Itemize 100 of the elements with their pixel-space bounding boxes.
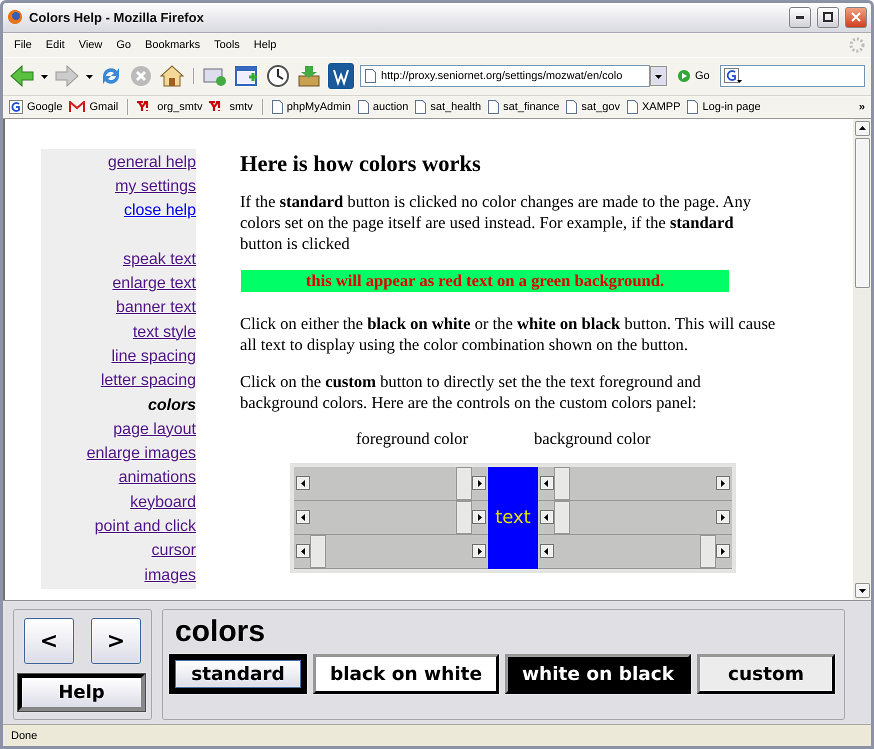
address-field[interactable]: http://proxy.seniornet.org/settings/mozwat/en/colo (360, 65, 650, 88)
search-field[interactable] (720, 65, 865, 88)
menu-item[interactable]: Edit (40, 36, 70, 53)
bookmark-label: org_smtv (157, 100, 202, 113)
bookmark-link[interactable]: smtv (209, 100, 253, 113)
close-button[interactable] (845, 6, 867, 28)
download-icon[interactable] (296, 64, 322, 88)
address-dropdown[interactable] (650, 66, 667, 86)
maximize-button[interactable] (817, 6, 839, 28)
bookmark-link[interactable]: auction (358, 100, 408, 114)
menu-item[interactable]: Bookmarks (140, 36, 206, 53)
maximize-icon (823, 12, 833, 22)
bookmark-link[interactable]: XAMPP (626, 100, 680, 114)
slider-thumb[interactable] (554, 500, 570, 534)
color-slider[interactable] (294, 534, 488, 569)
minimize-button[interactable] (789, 6, 811, 28)
bookmark-label: Google (27, 100, 62, 113)
down-arrow-icon (655, 72, 662, 80)
color-slider[interactable] (538, 466, 732, 501)
sidebar-link[interactable]: point and click (94, 514, 196, 540)
sidebar-link[interactable]: enlarge text (112, 272, 196, 296)
back-icon[interactable] (9, 64, 35, 88)
bookmark-label: XAMPP (642, 100, 680, 113)
extension-icon[interactable] (328, 63, 354, 90)
home-icon[interactable] (159, 64, 185, 88)
bookmark-link[interactable]: Google (9, 100, 62, 114)
forward-icon[interactable] (54, 64, 80, 88)
scroll-right-button[interactable] (472, 476, 486, 490)
menu-item[interactable]: Help (248, 36, 282, 53)
sidebar-link[interactable]: general help (108, 150, 196, 176)
page-icon (687, 100, 698, 114)
bookmark-label: smtv (229, 100, 253, 113)
scroll-left-button[interactable] (296, 544, 310, 558)
scroll-left-button[interactable] (296, 476, 310, 490)
sidebar-link[interactable]: cursor (152, 539, 196, 564)
sidebar-link[interactable]: speak text (123, 248, 196, 272)
more-bookmarks-button[interactable]: » (858, 100, 865, 113)
bookmark-link[interactable]: sat_finance (488, 100, 560, 114)
scrollbar-thumb[interactable] (854, 138, 870, 288)
color-slider[interactable] (538, 500, 732, 535)
google-icon (9, 100, 23, 114)
firefox-icon (7, 9, 23, 26)
bookmark-link[interactable]: Gmail (69, 100, 118, 113)
menu-item[interactable]: View (74, 36, 108, 53)
page-icon (358, 100, 369, 114)
scroll-left-button[interactable] (296, 510, 310, 524)
sidebar-link[interactable]: text style (132, 320, 196, 345)
menu-item[interactable]: File (9, 36, 37, 53)
scroll-right-button[interactable] (716, 544, 730, 558)
sidebar-link[interactable]: close help (124, 199, 196, 224)
clock-icon[interactable] (266, 64, 290, 88)
sidebar-link[interactable]: banner text (116, 296, 196, 321)
menu-item[interactable]: Tools (209, 36, 245, 53)
bookmark-link[interactable]: sat_health (415, 100, 482, 114)
color-slider[interactable] (538, 534, 732, 569)
slider-thumb[interactable] (310, 534, 326, 568)
bookmark-link[interactable]: Log-in page (687, 100, 761, 114)
menu-item[interactable]: Go (111, 36, 136, 53)
sidebar-link[interactable]: images (144, 564, 196, 588)
left-arrow-icon (543, 480, 550, 487)
background-label: background color (534, 428, 651, 449)
vertical-scrollbar[interactable] (853, 118, 871, 600)
scroll-right-button[interactable] (716, 510, 730, 524)
sidebar-link[interactable]: letter spacing (100, 369, 196, 394)
help-button[interactable]: Help (18, 674, 145, 712)
sidebar-link[interactable]: line spacing (112, 344, 196, 370)
color-slider[interactable] (294, 466, 488, 501)
bookmark-link[interactable]: phpMyAdmin (272, 100, 351, 114)
color-mode-button[interactable]: standard (169, 654, 307, 694)
sidebar-link[interactable]: my settings (115, 175, 196, 200)
scroll-right-button[interactable] (716, 476, 730, 490)
color-mode-button[interactable]: custom (697, 654, 835, 694)
scroll-right-button[interactable] (472, 544, 486, 558)
sidebar-link[interactable]: animations (118, 466, 196, 491)
color-slider[interactable] (294, 500, 488, 535)
bookmark-link[interactable]: org_smtv (137, 100, 202, 113)
slider-thumb[interactable] (456, 500, 472, 534)
scroll-left-button[interactable] (540, 476, 554, 490)
close-icon (851, 12, 861, 22)
go-button[interactable]: Go (673, 69, 714, 84)
sidebar-link[interactable]: enlarge images (86, 442, 196, 466)
new-tab-icon[interactable] (234, 64, 260, 88)
sidebar-link[interactable]: keyboard (130, 490, 196, 515)
page-icon (626, 100, 638, 114)
right-arrow-icon (719, 480, 726, 487)
color-mode-button[interactable]: white on black (505, 654, 691, 694)
scroll-left-button[interactable] (540, 544, 554, 558)
slider-thumb[interactable] (554, 466, 570, 500)
slider-thumb[interactable] (456, 466, 472, 500)
slider-thumb[interactable] (700, 534, 716, 568)
sidebar-link[interactable]: page layout (113, 418, 196, 442)
next-button[interactable]: > (91, 618, 141, 664)
page-icon (272, 100, 283, 114)
scroll-right-button[interactable] (472, 510, 486, 524)
bookmark-link[interactable]: sat_gov (566, 100, 620, 114)
down-arrow-icon (41, 72, 48, 80)
previous-button[interactable]: < (24, 618, 74, 664)
color-mode-button[interactable]: black on white (313, 654, 499, 694)
minimize-icon (796, 16, 804, 19)
scroll-left-button[interactable] (540, 510, 554, 524)
